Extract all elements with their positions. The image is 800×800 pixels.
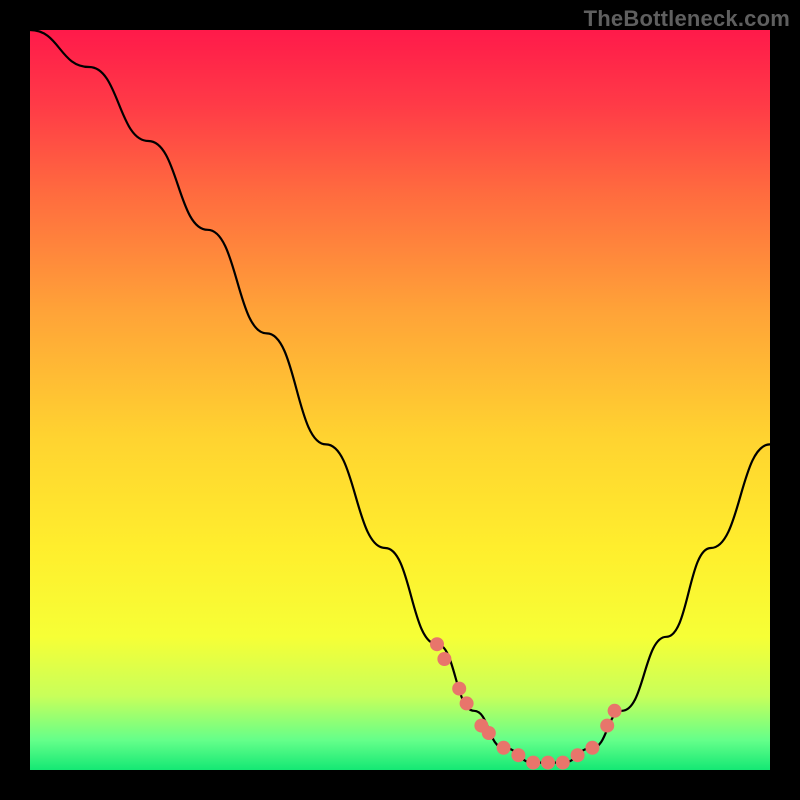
bottleneck-curve — [30, 30, 770, 763]
marker-dot — [460, 696, 474, 710]
marker-dot — [608, 704, 622, 718]
marker-dot — [437, 652, 451, 666]
marker-dot — [571, 748, 585, 762]
marker-dot — [452, 682, 466, 696]
chart-svg — [0, 0, 800, 800]
marker-dot — [511, 748, 525, 762]
marker-dot — [600, 719, 614, 733]
curve-path — [30, 30, 770, 763]
marker-dot — [526, 756, 540, 770]
marker-dot — [556, 756, 570, 770]
marker-dot — [541, 756, 555, 770]
marker-dot — [585, 741, 599, 755]
marker-dot — [482, 726, 496, 740]
marker-dot — [430, 637, 444, 651]
marker-dot — [497, 741, 511, 755]
highlight-points — [430, 637, 622, 769]
